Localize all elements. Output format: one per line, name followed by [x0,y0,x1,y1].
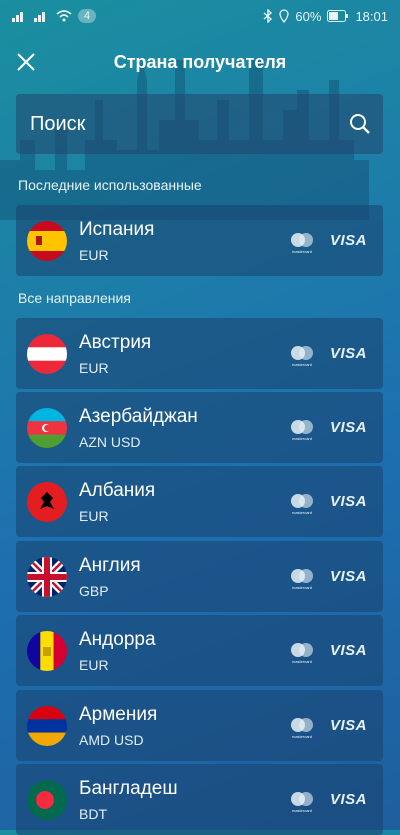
country-currency: AMD USD [79,732,144,748]
svg-text:mastercard: mastercard [292,659,312,664]
svg-text:mastercard: mastercard [292,808,312,813]
country-row-armenia[interactable]: Армения AMD USD mastercard VISA [16,690,383,761]
mastercard-icon: mastercard [291,718,313,739]
austria-flag-icon [27,334,67,374]
search-icon[interactable] [349,113,371,135]
country-currency: BDT [79,806,107,822]
country-name: Армения [79,704,158,725]
mastercard-icon: mastercard [291,494,313,515]
country-row-azerbaijan[interactable]: Азербайджан AZN USD mastercard VISA [16,392,383,463]
country-name: Азербайджан [79,406,198,427]
country-name: Испания [79,219,155,240]
clock: 18:01 [355,8,388,24]
mastercard-icon: mastercard [291,569,313,590]
location-icon [279,9,290,23]
country-currency: EUR [79,508,109,524]
notification-count-badge: 4 [78,9,97,23]
signal-icon-2 [34,12,45,22]
svg-text:mastercard: mastercard [292,585,312,590]
country-name: Австрия [79,332,152,353]
svg-text:mastercard: mastercard [292,362,312,367]
country-currency: EUR [79,247,109,263]
visa-icon: VISA [330,717,368,734]
wifi-icon [56,10,72,22]
albania-flag-icon [27,482,67,522]
status-bar: 4 60% 18:01 [0,0,400,32]
country-row-andorra[interactable]: Андорра EUR mastercard VISA [16,615,383,686]
visa-icon: VISA [330,419,368,436]
svg-text:mastercard: mastercard [292,734,312,739]
visa-icon: VISA [330,568,368,585]
country-currency: GBP [79,583,109,599]
country-name: Андорра [79,629,156,650]
andorra-flag-icon [27,631,67,671]
visa-icon: VISA [330,493,368,510]
country-currency: AZN USD [79,434,141,450]
country-row-austria[interactable]: Австрия EUR mastercard VISA [16,318,383,389]
mastercard-icon: mastercard [291,792,313,813]
spain-flag-icon [27,221,67,261]
country-row-spain[interactable]: Испания EUR mastercard VISA [16,205,383,276]
country-row-bangladesh[interactable]: Бангладеш BDT mastercard VISA [16,764,383,835]
svg-text:mastercard: mastercard [292,510,312,515]
visa-icon: VISA [330,642,368,659]
armenia-flag-icon [27,706,67,746]
recent-section-label: Последние использованные [18,177,202,193]
country-currency: EUR [79,360,109,376]
azerbaijan-flag-icon [27,408,67,448]
search-input[interactable] [28,111,332,137]
mastercard-icon: mastercard [291,420,313,441]
battery-percent: 60% [295,8,322,24]
england-flag-icon [27,557,67,597]
svg-text:mastercard: mastercard [292,436,312,441]
search-box[interactable] [16,94,383,154]
country-name: Албания [79,480,156,501]
svg-text:mastercard: mastercard [292,249,312,254]
signal-icon [12,12,23,22]
visa-icon: VISA [330,345,368,362]
country-row-albania[interactable]: Албания EUR mastercard VISA [16,466,383,537]
country-currency: EUR [79,657,109,673]
mastercard-icon: mastercard [291,346,313,367]
mastercard-icon: mastercard [291,233,313,254]
country-name: Бангладеш [79,778,178,799]
country-name: Англия [79,555,141,576]
country-row-england[interactable]: Англия GBP mastercard VISA [16,541,383,612]
page-title: Страна получателя [113,52,287,72]
bangladesh-flag-icon [27,780,67,820]
bluetooth-icon [263,9,273,23]
visa-icon: VISA [330,232,368,249]
battery-icon [327,10,349,22]
mastercard-icon: mastercard [291,643,313,664]
visa-icon: VISA [330,791,368,808]
all-section-label: Все направления [18,290,131,306]
top-bar: Страна получателя [0,38,400,86]
